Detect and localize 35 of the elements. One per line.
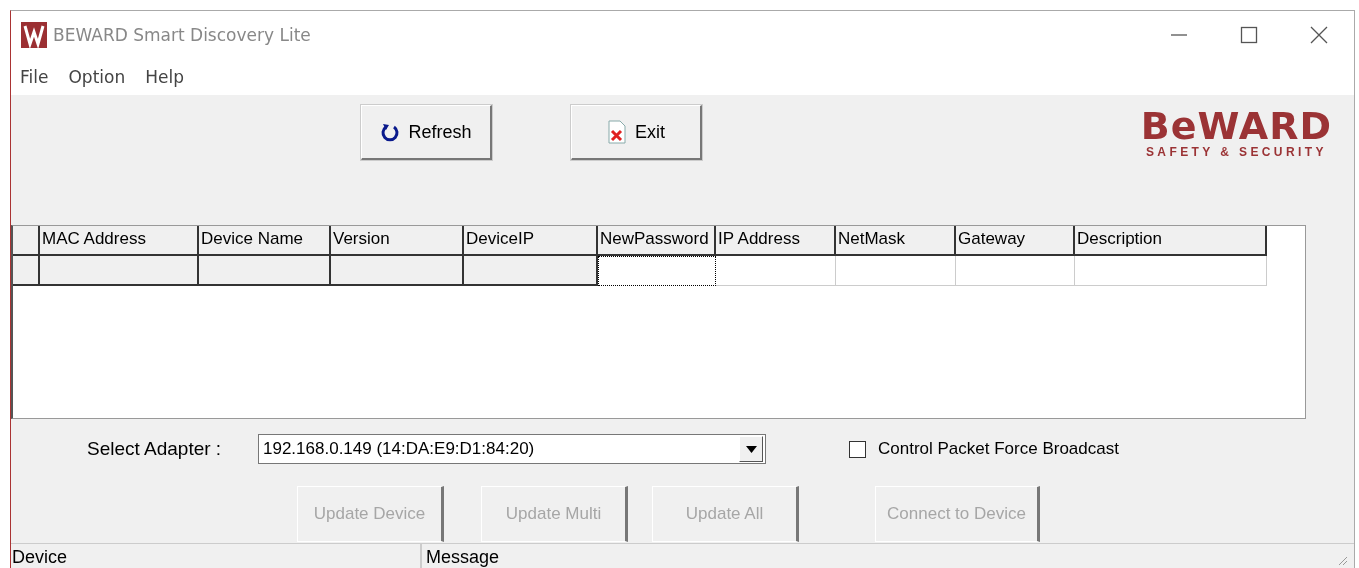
- column-header[interactable]: Gateway: [956, 226, 1075, 256]
- document-x-icon: [607, 120, 627, 144]
- app-logo-icon: [21, 22, 47, 48]
- table-cell[interactable]: [199, 256, 331, 286]
- beward-logo: BeWARD SAFETY & SECURITY: [1140, 107, 1332, 159]
- maximize-icon[interactable]: [1240, 26, 1258, 44]
- column-header[interactable]: DeviceIP: [464, 226, 598, 256]
- status-pane: Message: [425, 546, 501, 568]
- column-header[interactable]: NewPassword: [598, 226, 716, 256]
- exit-button[interactable]: Exit: [571, 105, 702, 160]
- column-header[interactable]: MAC Address: [40, 226, 199, 256]
- resize-grip-icon: [1336, 554, 1348, 566]
- menu-item[interactable]: Option: [68, 67, 126, 87]
- column-header[interactable]: Version: [331, 226, 464, 256]
- adapter-label: Select Adapter :: [87, 438, 223, 460]
- checkbox[interactable]: [849, 440, 866, 458]
- column-header[interactable]: Description: [1075, 226, 1267, 256]
- status-pane: Device: [11, 544, 422, 568]
- refresh-icon: [380, 122, 401, 142]
- menu-item[interactable]: File: [20, 67, 49, 87]
- column-header[interactable]: NetMask: [836, 226, 956, 256]
- table-cell[interactable]: [598, 256, 716, 286]
- column-header[interactable]: IP Address: [716, 226, 836, 256]
- table-cell[interactable]: [331, 256, 464, 286]
- close-icon[interactable]: [1310, 26, 1328, 44]
- dropdown-arrow-icon: [745, 445, 757, 453]
- checkbox-label: Control Packet Force Broadcast: [878, 439, 1119, 459]
- column-header[interactable]: Device Name: [199, 226, 331, 256]
- row-header: [13, 256, 40, 286]
- menu-item[interactable]: Help: [145, 67, 184, 87]
- adapter-dropdown[interactable]: 192.168.0.149 (14:DA:E9:D1:84:20): [258, 434, 766, 464]
- window-title: BEWARD Smart Discovery Lite: [53, 25, 311, 45]
- table-cell[interactable]: [464, 256, 598, 286]
- table-cell[interactable]: [40, 256, 199, 286]
- refresh-button[interactable]: Refresh: [361, 105, 492, 160]
